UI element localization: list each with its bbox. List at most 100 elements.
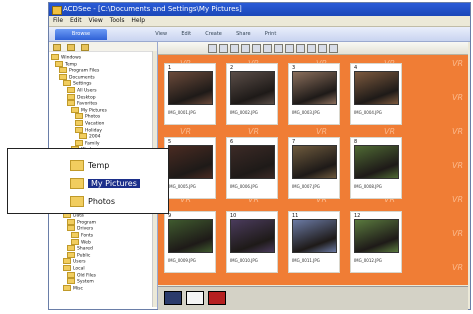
folder-icon bbox=[59, 67, 67, 74]
tree-node[interactable]: My Pictures bbox=[49, 106, 157, 114]
back-icon[interactable] bbox=[208, 44, 217, 53]
thumbnail-filename: IMG_0005.JPG bbox=[168, 184, 196, 189]
tree-node[interactable]: Documents bbox=[49, 73, 157, 81]
folder-icon bbox=[63, 258, 71, 265]
tree-node[interactable]: Old Files bbox=[49, 271, 157, 279]
tree-node[interactable]: Photos bbox=[49, 113, 157, 120]
thumbnail-photo[interactable] bbox=[168, 71, 213, 105]
thumbnail-card[interactable]: 4 IMG_0004.JPG bbox=[350, 63, 402, 125]
tree-node[interactable]: Family bbox=[49, 139, 157, 147]
email-icon[interactable] bbox=[318, 44, 327, 53]
new-folder-icon[interactable] bbox=[81, 44, 89, 51]
menu-edit[interactable]: Edit bbox=[70, 17, 82, 24]
tree-node[interactable]: All Users bbox=[49, 86, 157, 94]
tree-node[interactable]: Drivers bbox=[49, 225, 157, 232]
zoom-row-3[interactable]: Photos bbox=[70, 195, 115, 209]
folder-icon bbox=[59, 73, 67, 80]
menu-view[interactable]: View bbox=[89, 17, 103, 24]
folder-up-icon[interactable] bbox=[67, 44, 75, 51]
thumbnail-card[interactable]: 1 IMG_0001.JPG bbox=[164, 63, 216, 125]
thumbnail-photo[interactable] bbox=[230, 145, 275, 179]
tree-node[interactable]: Misc bbox=[49, 284, 157, 292]
tree-node[interactable]: System bbox=[49, 278, 157, 285]
thumbnail-card[interactable]: 10 IMG_0010.JPG bbox=[226, 211, 278, 273]
tab-share[interactable]: Share bbox=[230, 29, 256, 40]
thumbnail-card[interactable]: 11 IMG_0011.JPG bbox=[288, 211, 340, 273]
tree-node[interactable]: Fonts bbox=[49, 232, 157, 239]
tree-node[interactable]: 2004 bbox=[49, 133, 157, 140]
tree-node[interactable]: Settings bbox=[49, 80, 157, 87]
tree-node-label: Favorites bbox=[77, 101, 98, 107]
tree-node[interactable]: Vacation bbox=[49, 119, 157, 127]
watermark-text: VR bbox=[180, 127, 192, 136]
menu-help[interactable]: Help bbox=[131, 17, 145, 24]
thumbnail-photo[interactable] bbox=[230, 71, 275, 105]
thumbnail-photo[interactable] bbox=[292, 219, 337, 253]
thumbnail-card[interactable]: 8 IMG_0008.JPG bbox=[350, 137, 402, 199]
mode-icon[interactable] bbox=[329, 44, 338, 53]
thumbnail-card[interactable]: 7 IMG_0007.JPG bbox=[288, 137, 340, 199]
browser-toolbar bbox=[158, 42, 468, 55]
thumbnail-photo[interactable] bbox=[168, 145, 213, 179]
thumbnail-card[interactable]: 3 IMG_0003.JPG bbox=[288, 63, 340, 125]
delete-icon[interactable] bbox=[263, 44, 272, 53]
thumbnail-card[interactable]: 2 IMG_0002.JPG bbox=[226, 63, 278, 125]
up-icon[interactable] bbox=[219, 44, 228, 53]
thumbnail-photo[interactable] bbox=[292, 71, 337, 105]
tree-node-label: All Users bbox=[77, 88, 97, 94]
folder-icon bbox=[55, 60, 63, 67]
tree-node[interactable]: Local bbox=[49, 265, 157, 272]
tab-edit[interactable]: Edit bbox=[175, 29, 197, 40]
folder-icon bbox=[63, 80, 71, 87]
move-icon[interactable] bbox=[252, 44, 261, 53]
folder-icon bbox=[75, 119, 83, 126]
thumbnail-photo[interactable] bbox=[168, 219, 213, 253]
zoom-row-2-selected[interactable]: My Pictures bbox=[70, 177, 140, 191]
folder-icon[interactable] bbox=[53, 44, 61, 51]
tab-browse[interactable]: Browse bbox=[55, 29, 107, 40]
thumbnail-photo[interactable] bbox=[354, 219, 399, 253]
folder-icon bbox=[75, 113, 83, 120]
thumbnail-card[interactable]: 9 IMG_0009.JPG bbox=[164, 211, 216, 273]
menu-tools[interactable]: Tools bbox=[110, 17, 125, 24]
thumbnail-photo[interactable] bbox=[354, 71, 399, 105]
folder-icon bbox=[63, 265, 71, 271]
filmstrip-item[interactable] bbox=[208, 291, 226, 305]
tree-node[interactable]: Program Files bbox=[49, 67, 157, 74]
slideshow-icon[interactable] bbox=[296, 44, 305, 53]
thumbnail-filename: IMG_0004.JPG bbox=[354, 110, 382, 115]
tree-node[interactable]: Windows bbox=[49, 54, 157, 61]
folder-icon[interactable] bbox=[230, 44, 239, 53]
copy-icon[interactable] bbox=[241, 44, 250, 53]
tab-print[interactable]: Print bbox=[259, 29, 283, 40]
print-icon[interactable] bbox=[307, 44, 316, 53]
tree-node[interactable]: Web bbox=[49, 238, 157, 246]
zoom-row-1[interactable]: Temp bbox=[70, 159, 109, 173]
tab-create[interactable]: Create bbox=[199, 29, 228, 40]
tree-node[interactable]: Public bbox=[49, 251, 157, 259]
tab-view[interactable]: View bbox=[149, 29, 173, 40]
properties-icon[interactable] bbox=[285, 44, 294, 53]
folder-icon bbox=[67, 218, 75, 225]
tree-node[interactable]: Desktop bbox=[49, 93, 157, 101]
tree-node[interactable]: Users bbox=[49, 258, 157, 265]
folder-icon bbox=[51, 54, 59, 60]
thumbnail-photo[interactable] bbox=[292, 145, 337, 179]
thumbnail-card[interactable]: 12 IMG_0012.JPG bbox=[350, 211, 402, 273]
tree-node[interactable]: Favorites bbox=[49, 100, 157, 107]
menu-file[interactable]: File bbox=[53, 17, 63, 24]
filmstrip-item[interactable] bbox=[186, 291, 204, 305]
tree-node-label: Windows bbox=[61, 55, 82, 61]
tree-node[interactable]: Temp bbox=[49, 60, 157, 68]
thumbnail-card[interactable]: 5 IMG_0005.JPG bbox=[164, 137, 216, 199]
thumbnail-card[interactable]: 6 IMG_0006.JPG bbox=[226, 137, 278, 199]
tree-node[interactable]: Program bbox=[49, 218, 157, 226]
tree-node[interactable]: Shared bbox=[49, 245, 157, 252]
tree-node-label: Program Files bbox=[69, 68, 100, 74]
tree-node[interactable]: Holiday bbox=[49, 126, 157, 134]
thumbnail-photo[interactable] bbox=[354, 145, 399, 179]
thumbnail-photo[interactable] bbox=[230, 219, 275, 253]
tree-node-label: 2004 bbox=[89, 134, 101, 140]
filmstrip-item[interactable] bbox=[164, 291, 182, 305]
rename-icon[interactable] bbox=[274, 44, 283, 53]
